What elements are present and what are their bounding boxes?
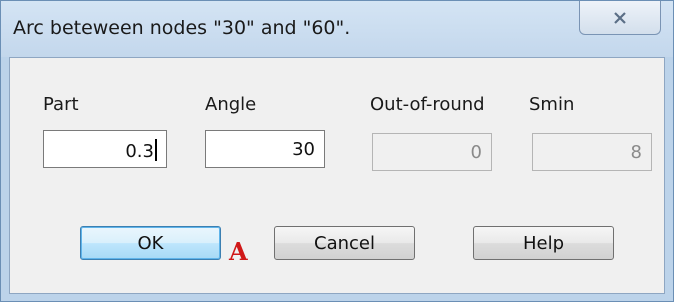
out-of-round-value: 0 — [470, 142, 482, 163]
angle-value: 30 — [292, 139, 315, 160]
part-input[interactable]: 0.3 — [43, 130, 167, 168]
text-caret — [155, 139, 157, 161]
part-value: 0.3 — [125, 141, 154, 162]
part-label: Part — [43, 94, 79, 115]
annotation-marker: A — [229, 237, 248, 266]
ok-button[interactable]: OK — [80, 226, 221, 260]
dialog-title: Arc beteween nodes "30" and "60". — [13, 17, 351, 39]
dialog-window: Arc beteween nodes "30" and "60". Part A… — [0, 0, 674, 302]
smin-value: 8 — [630, 142, 642, 163]
smin-input: 8 — [532, 133, 652, 171]
out-of-round-label: Out-of-round — [370, 94, 485, 115]
angle-input[interactable]: 30 — [205, 130, 325, 168]
smin-label: Smin — [529, 94, 575, 115]
dialog-body: Part Angle Out-of-round Smin 0.3 30 0 8 … — [9, 57, 665, 294]
angle-label: Angle — [205, 94, 257, 115]
out-of-round-input: 0 — [372, 133, 492, 171]
close-x-icon — [614, 11, 626, 24]
help-button[interactable]: Help — [473, 226, 614, 260]
title-bar: Arc beteween nodes "30" and "60". — [1, 1, 673, 57]
close-button[interactable] — [579, 1, 661, 35]
cancel-button[interactable]: Cancel — [274, 226, 415, 260]
